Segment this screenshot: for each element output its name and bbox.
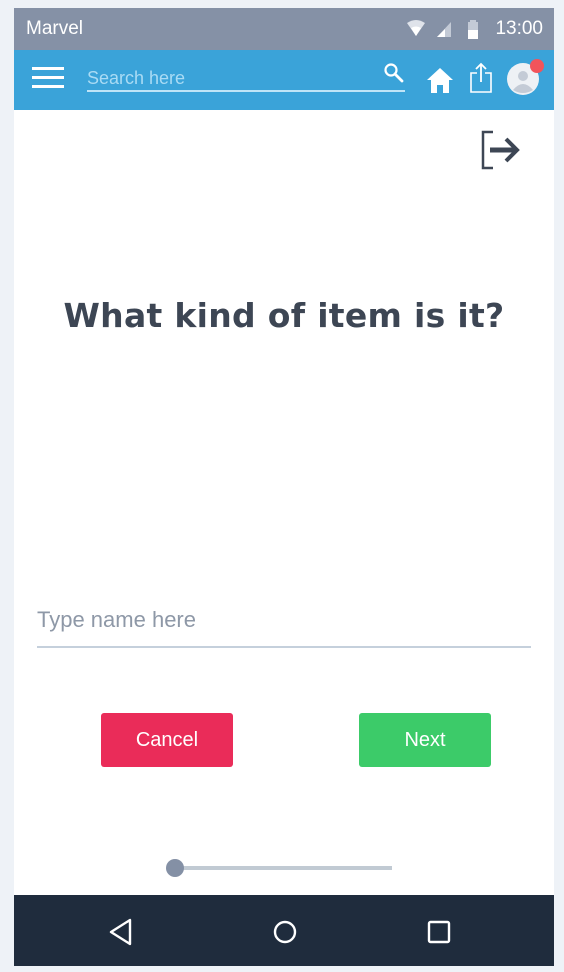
home-icon[interactable] [426,66,454,94]
search-input[interactable] [87,66,367,90]
name-field[interactable] [37,600,531,648]
signal-icon [437,22,451,37]
clock: 13:00 [495,18,543,39]
progress-slider[interactable] [166,858,394,878]
question-heading: What kind of item is it? [63,296,505,335]
notification-dot [530,59,544,73]
progress-knob[interactable] [166,859,184,877]
share-icon[interactable] [469,62,493,94]
app-bar [14,50,554,110]
phone-screen: Marvel 13:00 Search here What kind of it… [14,8,554,966]
battery-icon [468,20,478,39]
carrier-name: Marvel [26,18,84,39]
progress-track [174,866,392,870]
avatar[interactable] [506,59,544,96]
hamburger-menu-icon[interactable] [32,67,64,91]
wifi-icon [407,20,425,36]
back-icon[interactable] [106,917,136,947]
main-content: What kind of item is it? Cancel Next [14,110,554,895]
status-bar: Marvel 13:00 [14,8,554,50]
recents-icon[interactable] [424,917,454,947]
exit-icon[interactable] [479,128,523,172]
system-nav-bar [14,895,554,966]
cancel-button[interactable]: Cancel [101,713,233,767]
name-input[interactable] [37,600,531,640]
search-icon[interactable] [383,62,405,84]
search-bar[interactable] [87,62,405,92]
home-circle-icon[interactable] [270,917,300,947]
next-button[interactable]: Next [359,713,491,767]
